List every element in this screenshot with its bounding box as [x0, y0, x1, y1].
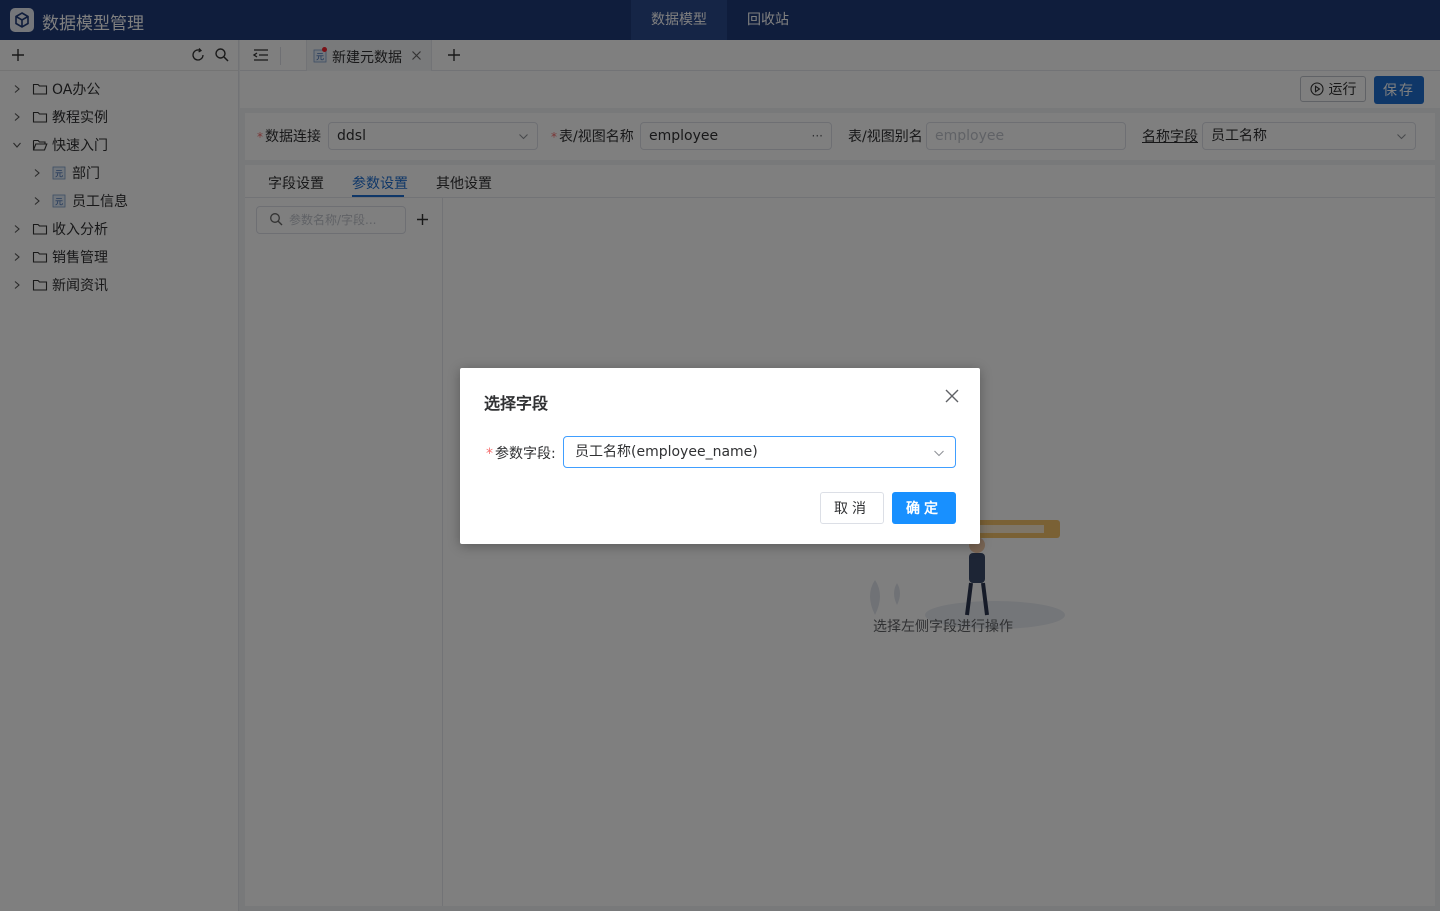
param-field-label: * 参数字段: [486, 446, 556, 462]
param-field-select[interactable]: 员工名称(employee_name) [563, 436, 956, 468]
select-field-dialog: 选择字段 * 参数字段: 员工名称(employee_name) 取消 确定 [460, 368, 980, 544]
param-field-value: 员工名称(employee_name) [575, 444, 758, 460]
cancel-button[interactable]: 取消 [820, 492, 884, 524]
chevron-down-icon [934, 450, 944, 457]
search-icon [270, 213, 283, 226]
confirm-button[interactable]: 确定 [892, 492, 956, 524]
dialog-title: 选择字段 [484, 394, 549, 413]
close-icon[interactable] [944, 388, 960, 404]
